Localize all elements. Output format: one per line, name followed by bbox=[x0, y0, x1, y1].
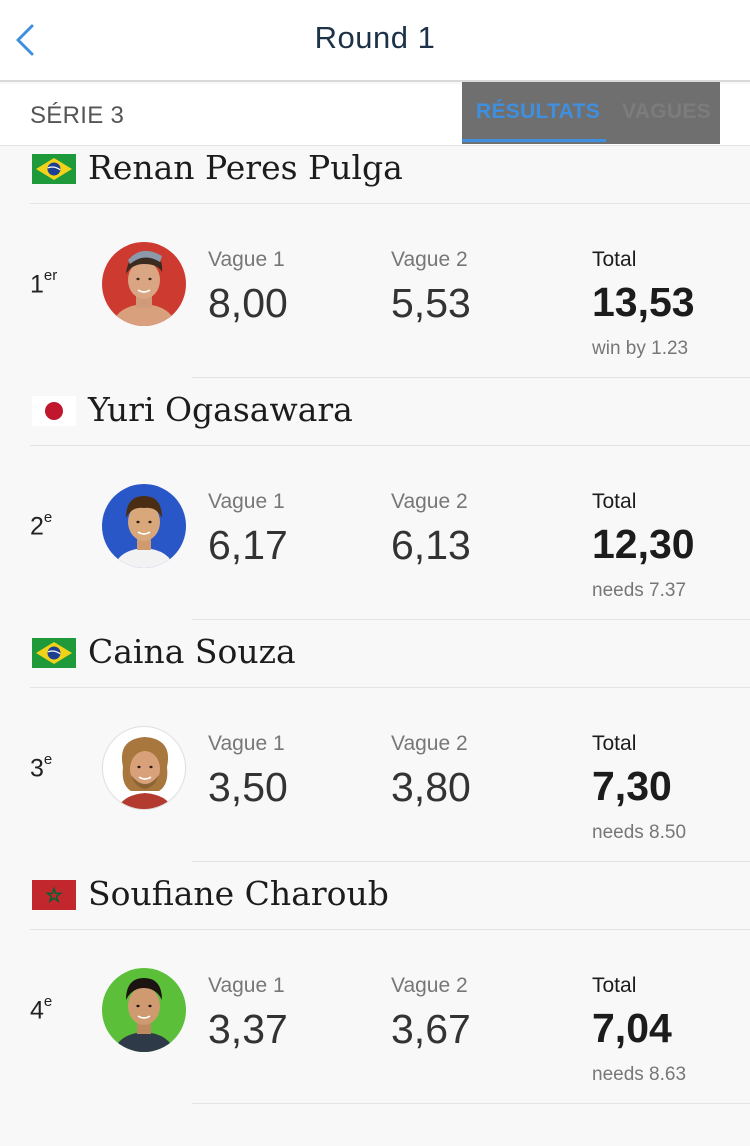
wave-2-label: Vague 2 bbox=[391, 974, 468, 997]
divider bbox=[30, 687, 750, 688]
tabs-group: RÉSULTATS VAGUES bbox=[462, 82, 720, 144]
avatar bbox=[102, 726, 186, 810]
surfer-header: Caina Souza bbox=[0, 630, 750, 686]
wave-2-score: 3,80 bbox=[391, 764, 471, 810]
total-label: Total bbox=[592, 732, 637, 755]
wave-2-score: 6,13 bbox=[391, 522, 471, 568]
rank-suffix: e bbox=[43, 751, 53, 768]
divider bbox=[30, 203, 750, 204]
surfer-card[interactable]: Caina Souza 3e Vague 1 3,50 Vague 2 3,80… bbox=[0, 630, 750, 872]
avatar bbox=[102, 484, 186, 568]
surfer-name: Yuri Ogasawara bbox=[88, 390, 353, 429]
surfer-card[interactable]: Renan Peres Pulga 1er Vague 1 8,00 Vague… bbox=[0, 146, 750, 388]
heat-status: needs 8.50 bbox=[592, 822, 687, 843]
divider bbox=[192, 619, 750, 620]
surfer-header: Soufiane Charoub bbox=[0, 872, 750, 928]
rank: 2e bbox=[30, 509, 53, 541]
total-label: Total bbox=[592, 490, 637, 513]
total-score: 13,53 bbox=[592, 279, 695, 325]
divider bbox=[30, 929, 750, 930]
tab-waves[interactable]: VAGUES bbox=[622, 100, 711, 124]
rank-suffix: e bbox=[43, 509, 53, 526]
tab-bar: SÉRIE 3 RÉSULTATS VAGUES bbox=[0, 82, 750, 146]
divider bbox=[192, 1103, 750, 1104]
series-label: SÉRIE 3 bbox=[30, 102, 125, 129]
avatar bbox=[102, 968, 186, 1052]
wave-2-score: 3,67 bbox=[391, 1006, 471, 1052]
wave-1-score: 6,17 bbox=[208, 522, 288, 568]
rank: 4e bbox=[30, 993, 53, 1025]
surfer-card[interactable]: Soufiane Charoub 4e Vague 1 3,37 Vague 2… bbox=[0, 872, 750, 1114]
surfer-card[interactable]: Yuri Ogasawara 2e Vague 1 6,17 Vague 2 6… bbox=[0, 388, 750, 630]
top-bar: Round 1 bbox=[0, 0, 750, 82]
morocco-flag-icon bbox=[32, 880, 76, 910]
rank-number: 1 bbox=[30, 270, 44, 299]
rank-suffix: er bbox=[43, 267, 58, 284]
wave-2-score: 5,53 bbox=[391, 280, 471, 326]
tab-results[interactable]: RÉSULTATS bbox=[476, 100, 600, 124]
divider bbox=[192, 377, 750, 378]
wave-1-label: Vague 1 bbox=[208, 490, 285, 513]
heat-status: needs 7.37 bbox=[592, 580, 687, 601]
divider bbox=[192, 861, 750, 862]
wave-1-label: Vague 1 bbox=[208, 248, 285, 271]
wave-1-score: 3,50 bbox=[208, 764, 288, 810]
wave-1-score: 8,00 bbox=[208, 280, 288, 326]
heat-status: needs 8.63 bbox=[592, 1064, 687, 1085]
wave-2-label: Vague 2 bbox=[391, 490, 468, 513]
rank-number: 4 bbox=[30, 996, 44, 1025]
total-score: 7,04 bbox=[592, 1005, 672, 1051]
active-tab-indicator bbox=[462, 139, 606, 142]
surfer-name: Caina Souza bbox=[88, 632, 296, 671]
surfer-name: Soufiane Charoub bbox=[88, 874, 389, 913]
rank: 3e bbox=[30, 751, 53, 783]
total-label: Total bbox=[592, 974, 637, 997]
rank-suffix: e bbox=[43, 993, 53, 1010]
surfer-name: Renan Peres Pulga bbox=[88, 148, 403, 187]
total-label: Total bbox=[592, 248, 637, 271]
surfer-header: Renan Peres Pulga bbox=[0, 146, 750, 202]
rank: 1er bbox=[30, 267, 58, 299]
rank-number: 2 bbox=[30, 512, 44, 541]
wave-1-label: Vague 1 bbox=[208, 974, 285, 997]
wave-1-label: Vague 1 bbox=[208, 732, 285, 755]
wave-2-label: Vague 2 bbox=[391, 732, 468, 755]
wave-1-score: 3,37 bbox=[208, 1006, 288, 1052]
heat-status: win by 1.23 bbox=[592, 338, 689, 359]
brazil-flag-icon bbox=[32, 638, 76, 668]
japan-flag-icon bbox=[32, 396, 76, 426]
total-score: 7,30 bbox=[592, 763, 672, 809]
rank-number: 3 bbox=[30, 754, 44, 783]
brazil-flag-icon bbox=[32, 154, 76, 184]
surfer-header: Yuri Ogasawara bbox=[0, 388, 750, 444]
divider bbox=[30, 445, 750, 446]
avatar bbox=[102, 242, 186, 326]
total-score: 12,30 bbox=[592, 521, 695, 567]
wave-2-label: Vague 2 bbox=[391, 248, 468, 271]
page-title: Round 1 bbox=[314, 20, 436, 55]
